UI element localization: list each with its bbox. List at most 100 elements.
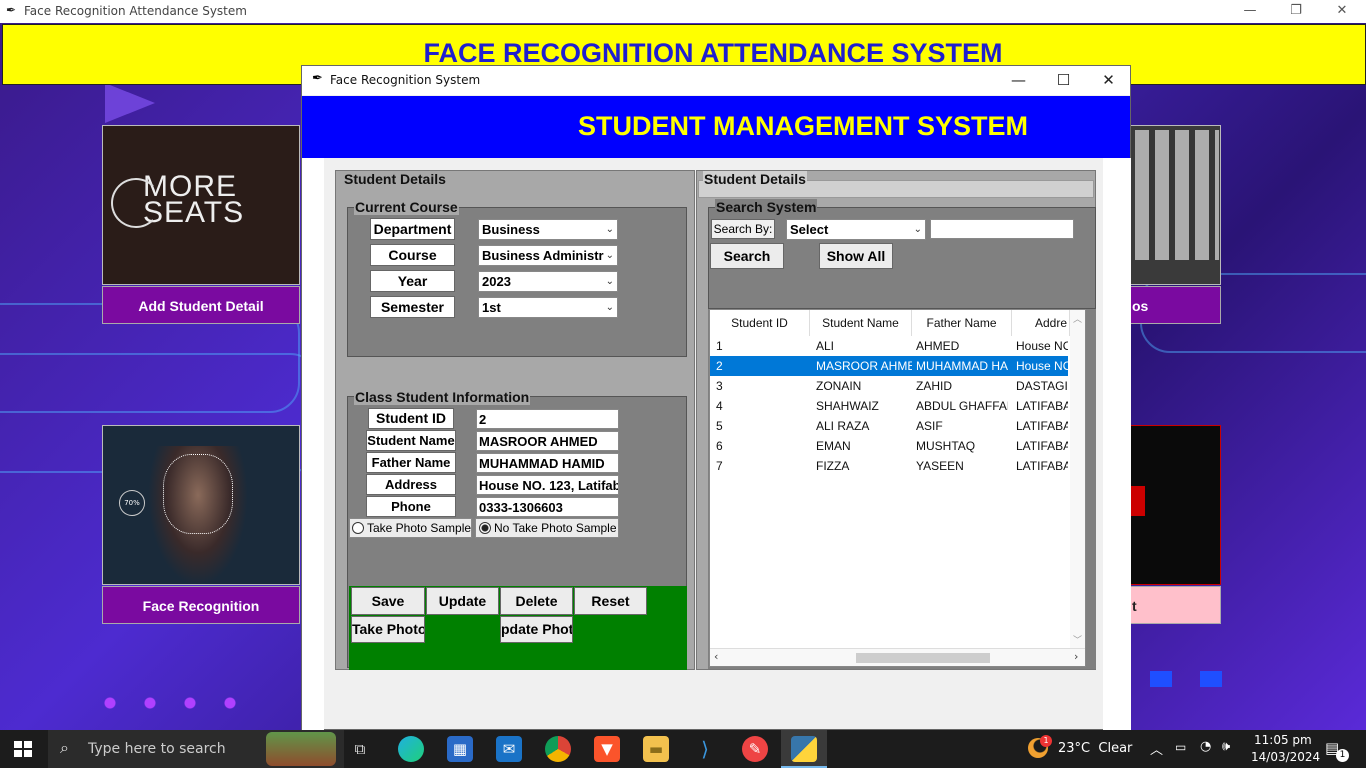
info-group-label: Class Student Information: [354, 389, 531, 405]
table-row[interactable]: 6 EMAN MUSHTAQ LATIFABAI: [710, 436, 1068, 456]
address-field[interactable]: House NO. 123, Latifab: [476, 475, 619, 495]
clock-time[interactable]: 11:05 pm: [1254, 733, 1312, 747]
more-seats-sign: MORE SEATS: [143, 170, 245, 229]
taskbar-search[interactable]: ⌕ Type here to search: [48, 730, 344, 768]
vscode-icon[interactable]: ⟩: [692, 736, 718, 762]
save-button[interactable]: Save: [351, 587, 425, 615]
scroll-right-icon[interactable]: ›: [1074, 650, 1078, 663]
dialog-maximize-button[interactable]: ☐: [1041, 66, 1086, 95]
weather-text[interactable]: 23°C Clear: [1058, 741, 1132, 756]
delete-button[interactable]: Delete: [500, 587, 573, 615]
battery-icon[interactable]: ▭: [1175, 740, 1186, 754]
dialog-minimize-button[interactable]: —: [996, 66, 1041, 95]
search-placeholder: Type here to search: [88, 741, 226, 757]
close-button[interactable]: ✕: [1319, 0, 1365, 23]
minimize-button[interactable]: —: [1227, 0, 1273, 23]
table-cell-father: ABDUL GHAFFAR: [916, 399, 1008, 413]
taskbar: ⌕ Type here to search ⧉ ▦ ✉ ▼ ▬ ⟩ ✎ 1 23…: [0, 730, 1366, 768]
year-label: Year: [370, 270, 455, 292]
department-select[interactable]: Business ⌄: [478, 219, 618, 240]
left-frame-label: Student Details: [343, 171, 447, 187]
task-view-icon[interactable]: ⧉: [347, 736, 373, 762]
col-student-name[interactable]: Student Name: [810, 310, 912, 336]
dialog-titlebar: ✒ Face Recognition System — ☐ ✕: [302, 66, 1130, 95]
table-cell-father: ZAHID: [916, 379, 952, 393]
col-father-name[interactable]: Father Name: [912, 310, 1012, 336]
add-student-image[interactable]: MORE SEATS: [102, 125, 300, 285]
chevron-up-icon[interactable]: ︿: [1150, 739, 1163, 758]
semester-select[interactable]: 1st ⌄: [478, 297, 618, 318]
phone-label: Phone: [366, 496, 456, 517]
brave-icon[interactable]: ▼: [594, 736, 620, 762]
reset-button[interactable]: Reset: [574, 587, 647, 615]
phone-field[interactable]: 0333-1306603: [476, 497, 619, 517]
table-cell-name: FIZZA: [816, 459, 850, 473]
restore-button[interactable]: ❐: [1273, 0, 1319, 23]
feather-icon: ✒: [312, 71, 323, 86]
mail-icon[interactable]: ✉: [496, 736, 522, 762]
table-row[interactable]: 7 FIZZA YASEEN LATIFABAI: [710, 456, 1068, 476]
take-photo-button[interactable]: Take Photo: [351, 616, 425, 643]
paint-icon[interactable]: ✎: [742, 736, 768, 762]
semester-label: Semester: [370, 296, 455, 318]
python-icon: [791, 736, 817, 762]
take-photo-radio[interactable]: Take Photo Sample: [349, 518, 472, 538]
table-cell-address: LATIFABAI: [1016, 419, 1068, 433]
exit-button[interactable]: t: [1130, 586, 1221, 624]
table-cell-father: MUSHTAQ: [916, 439, 976, 453]
volume-icon[interactable]: 🕪: [1222, 739, 1230, 754]
father-name-field[interactable]: MUHAMMAD HAMID: [476, 453, 619, 473]
edge-icon[interactable]: [398, 736, 424, 762]
table-row[interactable]: 2 MASROOR AHME MUHAMMAD HA House NO: [710, 356, 1068, 376]
python-app-tab[interactable]: [781, 730, 827, 768]
table-row[interactable]: 1 ALI AHMED House NO: [710, 336, 1068, 356]
no-take-photo-radio[interactable]: No Take Photo Sample: [475, 518, 619, 538]
face-recognition-button[interactable]: Face Recognition: [102, 586, 300, 624]
update-button[interactable]: Update: [426, 587, 499, 615]
student-name-field[interactable]: MASROOR AHMED: [476, 431, 619, 451]
student-id-field[interactable]: 2: [476, 409, 619, 429]
table-cell-father: MUHAMMAD HA: [916, 359, 1008, 373]
wifi-icon[interactable]: ◔: [1200, 739, 1211, 754]
photos-image[interactable]: [1130, 125, 1221, 285]
horizontal-scrollbar[interactable]: ‹ ›: [710, 648, 1085, 666]
vertical-scrollbar[interactable]: ︿ ﹀: [1070, 310, 1085, 648]
col-address[interactable]: Addre: [1012, 310, 1070, 336]
year-select[interactable]: 2023 ⌄: [478, 271, 618, 292]
search-by-label: Search By:: [711, 219, 775, 239]
radio-off-icon: [352, 522, 364, 534]
table-cell-id: 2: [716, 359, 723, 373]
table-cell-address: DASTAGIR: [1016, 379, 1068, 393]
table-cell-name: SHAHWAIZ: [816, 399, 879, 413]
table-row[interactable]: 4 SHAHWAIZ ABDUL GHAFFAR LATIFABAI: [710, 396, 1068, 416]
scroll-left-icon[interactable]: ‹: [714, 650, 718, 663]
table-row[interactable]: 3 ZONAIN ZAHID DASTAGIR: [710, 376, 1068, 396]
table-cell-address: LATIFABAI: [1016, 459, 1068, 473]
search-group-label: Search System: [715, 199, 818, 215]
main-titlebar: ✒ Face Recognition Attendance System — ❐…: [0, 0, 1366, 23]
table-cell-address: House NO: [1016, 359, 1068, 373]
dialog-header: STUDENT MANAGEMENT SYSTEM: [302, 96, 1130, 158]
photos-button[interactable]: os: [1130, 286, 1221, 324]
table-cell-id: 7: [716, 459, 723, 473]
table-cell-id: 5: [716, 419, 723, 433]
chrome-icon[interactable]: [545, 736, 571, 762]
table-row[interactable]: 5 ALI RAZA ASIF LATIFABAI: [710, 416, 1068, 436]
col-student-id[interactable]: Student ID: [710, 310, 810, 336]
exit-image[interactable]: [1130, 425, 1221, 585]
show-all-button[interactable]: Show All: [819, 243, 893, 269]
file-explorer-icon[interactable]: ▬: [643, 736, 669, 762]
store-icon[interactable]: ▦: [447, 736, 473, 762]
search-button[interactable]: Search: [710, 243, 784, 269]
update-photo-button[interactable]: pdate Phot: [500, 616, 573, 643]
windows-start-icon[interactable]: [14, 741, 32, 757]
add-student-button[interactable]: Add Student Detail: [102, 286, 300, 324]
scroll-thumb[interactable]: [856, 653, 990, 663]
course-select[interactable]: Business Administr ⌄: [478, 245, 618, 266]
search-input[interactable]: [930, 219, 1074, 239]
search-by-select[interactable]: Select ⌄: [786, 219, 926, 240]
face-recognition-image[interactable]: 70%: [102, 425, 300, 585]
dialog-close-button[interactable]: ✕: [1086, 66, 1131, 95]
clock-date[interactable]: 14/03/2024: [1251, 750, 1320, 764]
course-label: Course: [370, 244, 455, 266]
